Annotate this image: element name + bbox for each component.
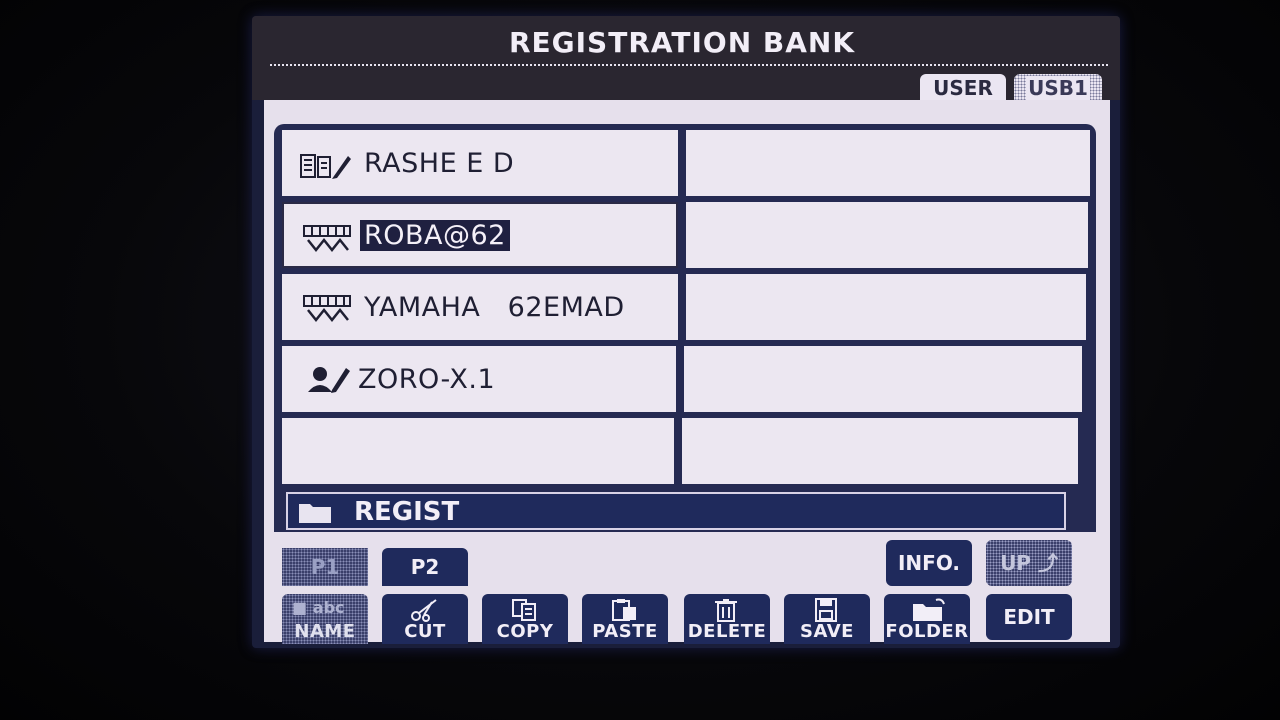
name-icon: ■ abc	[292, 598, 345, 617]
cut-button-label: CUT	[404, 621, 446, 642]
registration-keyboard-icon	[302, 294, 354, 326]
tab-user[interactable]: USER	[920, 74, 1006, 102]
edit-button-label: EDIT	[1003, 605, 1055, 629]
file-item-empty[interactable]	[684, 346, 1082, 412]
registration-keyboard-icon	[302, 224, 354, 256]
registration-edit-icon	[300, 152, 352, 184]
info-button[interactable]: INFO.	[886, 540, 972, 586]
copy-button[interactable]: COPY	[482, 594, 568, 644]
file-item-empty[interactable]	[282, 418, 674, 484]
file-item-empty[interactable]	[682, 418, 1078, 484]
folder-name: REGIST	[354, 497, 460, 527]
save-button-label: SAVE	[800, 621, 854, 642]
registration-user-icon	[306, 364, 352, 398]
page-tab-p2[interactable]: P2	[382, 548, 468, 586]
paste-button-label: PASTE	[592, 621, 658, 642]
tab-usb1-label: USB1	[1026, 76, 1090, 100]
folder-button[interactable]: FOLDER	[884, 594, 970, 644]
delete-button-label: DELETE	[687, 621, 767, 642]
file-name: YAMAHA 62EMAD	[364, 292, 625, 323]
up-button-label: UP	[1000, 551, 1031, 575]
edit-button[interactable]: EDIT	[986, 594, 1072, 640]
file-name: ROBA@62	[360, 220, 510, 251]
info-button-label: INFO.	[897, 551, 960, 575]
file-item-1[interactable]: RASHE E D	[282, 130, 678, 196]
file-name: RASHE E D	[364, 148, 515, 179]
file-item-empty[interactable]	[686, 274, 1086, 340]
page-tab-label: P2	[410, 555, 440, 579]
lcd-screen: REGISTRATION BANK USER USB1 RASHE E D RO…	[252, 16, 1120, 648]
delete-button[interactable]: DELETE	[684, 594, 770, 644]
tab-usb1[interactable]: USB1	[1014, 74, 1102, 102]
name-abc-label: abc	[312, 598, 345, 617]
tab-user-label: USER	[933, 76, 993, 100]
main-panel: RASHE E D ROBA@62 YAMAHA 62EMAD ZORO-X.1…	[264, 100, 1110, 644]
folder-icon	[298, 500, 332, 528]
file-item-4[interactable]: ZORO-X.1	[282, 346, 676, 412]
file-list: RASHE E D ROBA@62 YAMAHA 62EMAD ZORO-X.1	[274, 124, 1096, 532]
file-name: ZORO-X.1	[358, 364, 496, 395]
up-button[interactable]: UP ⤴	[986, 540, 1072, 586]
save-button[interactable]: SAVE	[784, 594, 870, 644]
page-tab-p1[interactable]: P1	[282, 548, 368, 586]
paste-button[interactable]: PASTE	[582, 594, 668, 644]
name-button[interactable]: ■ abc NAME	[282, 594, 368, 644]
copy-button-label: COPY	[496, 621, 554, 642]
page-tab-label: P1	[310, 555, 340, 579]
file-item-empty[interactable]	[686, 130, 1090, 196]
name-button-label: NAME	[294, 621, 356, 642]
title-divider	[270, 64, 1108, 66]
folder-button-label: FOLDER	[885, 621, 969, 642]
up-arrow-icon: ⤴	[1037, 551, 1058, 575]
cut-button[interactable]: CUT	[382, 594, 468, 644]
folder-path-bar[interactable]: REGIST	[286, 492, 1066, 530]
file-item-empty[interactable]	[686, 202, 1088, 268]
file-item-2[interactable]: ROBA@62	[282, 202, 678, 268]
file-item-3[interactable]: YAMAHA 62EMAD	[282, 274, 678, 340]
page-title: REGISTRATION BANK	[508, 26, 856, 59]
